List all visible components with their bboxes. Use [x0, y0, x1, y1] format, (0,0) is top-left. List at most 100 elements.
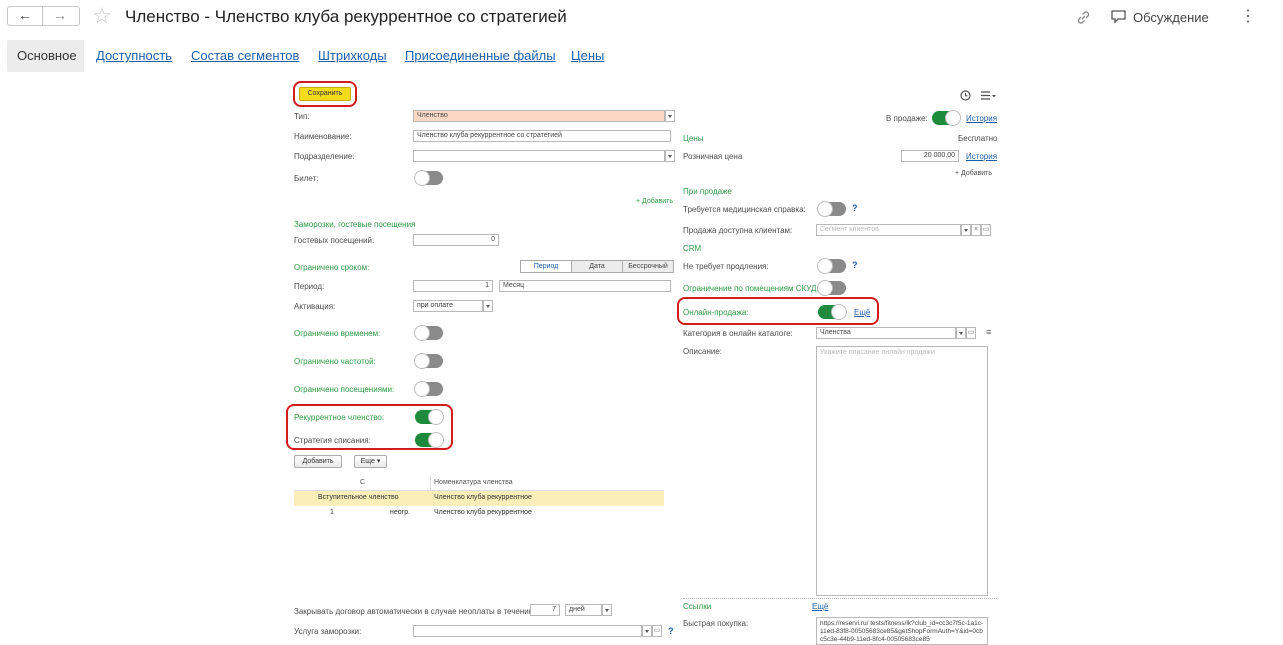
discussion-icon[interactable]	[1110, 9, 1127, 24]
period-label: Период:	[294, 282, 325, 291]
add-row-button[interactable]: Добавить	[294, 455, 342, 468]
division-label: Подразделение:	[294, 152, 355, 161]
forward-button[interactable]: →	[43, 6, 80, 26]
limited-term-label: Ограничено сроком:	[294, 263, 370, 272]
back-button[interactable]: ←	[7, 6, 43, 26]
limited-time-toggle[interactable]	[414, 325, 443, 341]
guest-visits-field[interactable]: 0	[413, 234, 499, 246]
save-button[interactable]: Сохранить	[299, 87, 351, 101]
col-nomen-header: Номенклатура членства	[434, 479, 513, 486]
activation-dropdown[interactable]	[483, 300, 493, 312]
table-row[interactable]: Вступительное членство Членство клуба ре…	[294, 491, 664, 506]
type-dropdown[interactable]	[665, 110, 675, 122]
autoclose-days-field[interactable]: 7	[530, 604, 560, 616]
med-cert-toggle[interactable]	[817, 201, 846, 217]
recurrent-toggle[interactable]	[415, 409, 444, 425]
row-from: 1	[330, 509, 334, 516]
freeze-service-dropdown[interactable]	[642, 625, 652, 637]
help-icon[interactable]: ?	[852, 203, 858, 213]
row-nomen: Членство клуба рекуррентное	[434, 494, 532, 501]
med-cert-label: Требуется медицинская справка:	[683, 205, 806, 214]
table-row[interactable]: 1 неогр. Членство клуба рекуррентное	[294, 506, 664, 521]
online-more-link[interactable]: Ещё	[854, 308, 870, 317]
category-tree-icon[interactable]: ≡	[986, 327, 991, 337]
col-from-header: С	[360, 479, 366, 486]
autoclose-unit-field[interactable]: дней	[565, 604, 602, 616]
history-clock-icon[interactable]	[959, 89, 972, 102]
activation-field[interactable]: при оплате	[413, 300, 483, 312]
open-freeze-service-icon[interactable]: ▭	[652, 625, 662, 637]
add-link-right[interactable]: + Добавить	[955, 170, 992, 177]
clear-segment-icon[interactable]: ×	[971, 224, 981, 236]
tab-barcodes[interactable]: Штрихкоды	[318, 48, 387, 63]
discussion-button[interactable]: Обсуждение	[1133, 10, 1209, 25]
segment-unlimited[interactable]: Бессрочный	[623, 261, 673, 272]
free-label: Бесплатно	[958, 134, 998, 143]
client-segment-dropdown[interactable]	[961, 224, 971, 236]
quick-buy-url[interactable]: https://reservi.ru/ tests/fitness/lk?clu…	[816, 617, 988, 645]
description-textarea[interactable]: Укажите описание онлайн продажи	[816, 346, 988, 596]
tab-main[interactable]: Основное	[7, 40, 84, 72]
links-more-link[interactable]: Ещё	[812, 602, 828, 611]
tab-segments[interactable]: Состав сегментов	[191, 48, 299, 63]
period-unit-field[interactable]: Месяц	[499, 280, 671, 292]
retail-price-label: Розничная цена	[683, 152, 743, 161]
limited-time-label: Ограничено временем:	[294, 329, 381, 338]
period-value-field[interactable]: 1	[413, 280, 493, 292]
freeze-service-field[interactable]	[413, 625, 642, 637]
page-title: Членство - Членство клуба рекуррентное с…	[125, 7, 567, 26]
links-header: Ссылки	[683, 602, 712, 611]
kebab-menu-icon[interactable]: ⋮	[1240, 9, 1256, 25]
more-button-label: Еще	[360, 458, 375, 465]
tab-prices[interactable]: Цены	[571, 48, 604, 63]
client-segment-field[interactable]: Сегмент клиентов	[816, 224, 961, 236]
star-icon[interactable]: ☆	[92, 3, 112, 29]
back-arrow-icon: ←	[18, 7, 32, 23]
description-label: Описание:	[683, 347, 723, 356]
name-label: Наименование:	[294, 132, 352, 141]
tab-attached-files[interactable]: Присоединенные файлы	[405, 48, 556, 63]
add-link-left[interactable]: + Добавить	[636, 198, 673, 205]
online-sale-toggle[interactable]	[818, 304, 847, 320]
segment-date[interactable]: Дата	[572, 261, 623, 272]
open-segment-icon[interactable]: ▭	[981, 224, 991, 236]
division-field[interactable]	[413, 150, 665, 162]
freeze-section-header: Заморозки, гостевые посещения	[294, 220, 416, 229]
strategy-toggle[interactable]	[415, 432, 444, 448]
retail-price-field[interactable]: 20 000,00	[901, 150, 959, 162]
type-field[interactable]: Членство	[413, 110, 665, 122]
forward-arrow-icon: →	[53, 7, 67, 23]
open-category-icon[interactable]: ▭	[966, 327, 976, 339]
history-link[interactable]: История	[966, 114, 997, 123]
autoclose-label: Закрывать договор автоматически в случае…	[294, 607, 534, 616]
crm-header: CRM	[683, 244, 702, 253]
more-button[interactable]: Еще ▾	[354, 455, 387, 468]
name-field[interactable]: Членство клуба рекуррентное со стратегие…	[413, 130, 671, 142]
help-icon[interactable]: ?	[852, 260, 858, 270]
strategy-table: С Номенклатура членства Вступительное чл…	[294, 476, 664, 521]
no-renew-toggle[interactable]	[817, 258, 846, 274]
prices-header: Цены	[683, 134, 704, 143]
limited-freq-toggle[interactable]	[414, 353, 443, 369]
on-sale-toggle[interactable]	[932, 110, 961, 126]
help-icon[interactable]: ?	[668, 626, 674, 636]
category-dropdown[interactable]	[956, 327, 966, 339]
segment-period[interactable]: Период	[521, 261, 572, 272]
ticket-toggle[interactable]	[414, 170, 443, 186]
category-field[interactable]: Членства	[816, 327, 956, 339]
strategy-label: Стратегия списания:	[294, 436, 371, 445]
online-sale-label: Онлайн-продажа:	[683, 308, 749, 317]
tab-availability[interactable]: Доступность	[96, 48, 172, 63]
col-divider	[430, 476, 431, 490]
autoclose-unit-dropdown[interactable]	[602, 604, 612, 616]
history-link-price[interactable]: История	[966, 152, 997, 161]
recurrent-label: Рекуррентное членство:	[294, 413, 385, 422]
limited-freq-label: Ограничено частотой:	[294, 357, 376, 366]
skud-toggle[interactable]	[817, 280, 846, 296]
division-dropdown[interactable]	[665, 150, 675, 162]
link-icon[interactable]	[1075, 9, 1092, 26]
category-label: Категория в онлайн каталоге:	[683, 329, 793, 338]
activation-label: Активация:	[294, 302, 336, 311]
list-menu-icon[interactable]	[980, 90, 997, 101]
limited-visits-toggle[interactable]	[414, 381, 443, 397]
